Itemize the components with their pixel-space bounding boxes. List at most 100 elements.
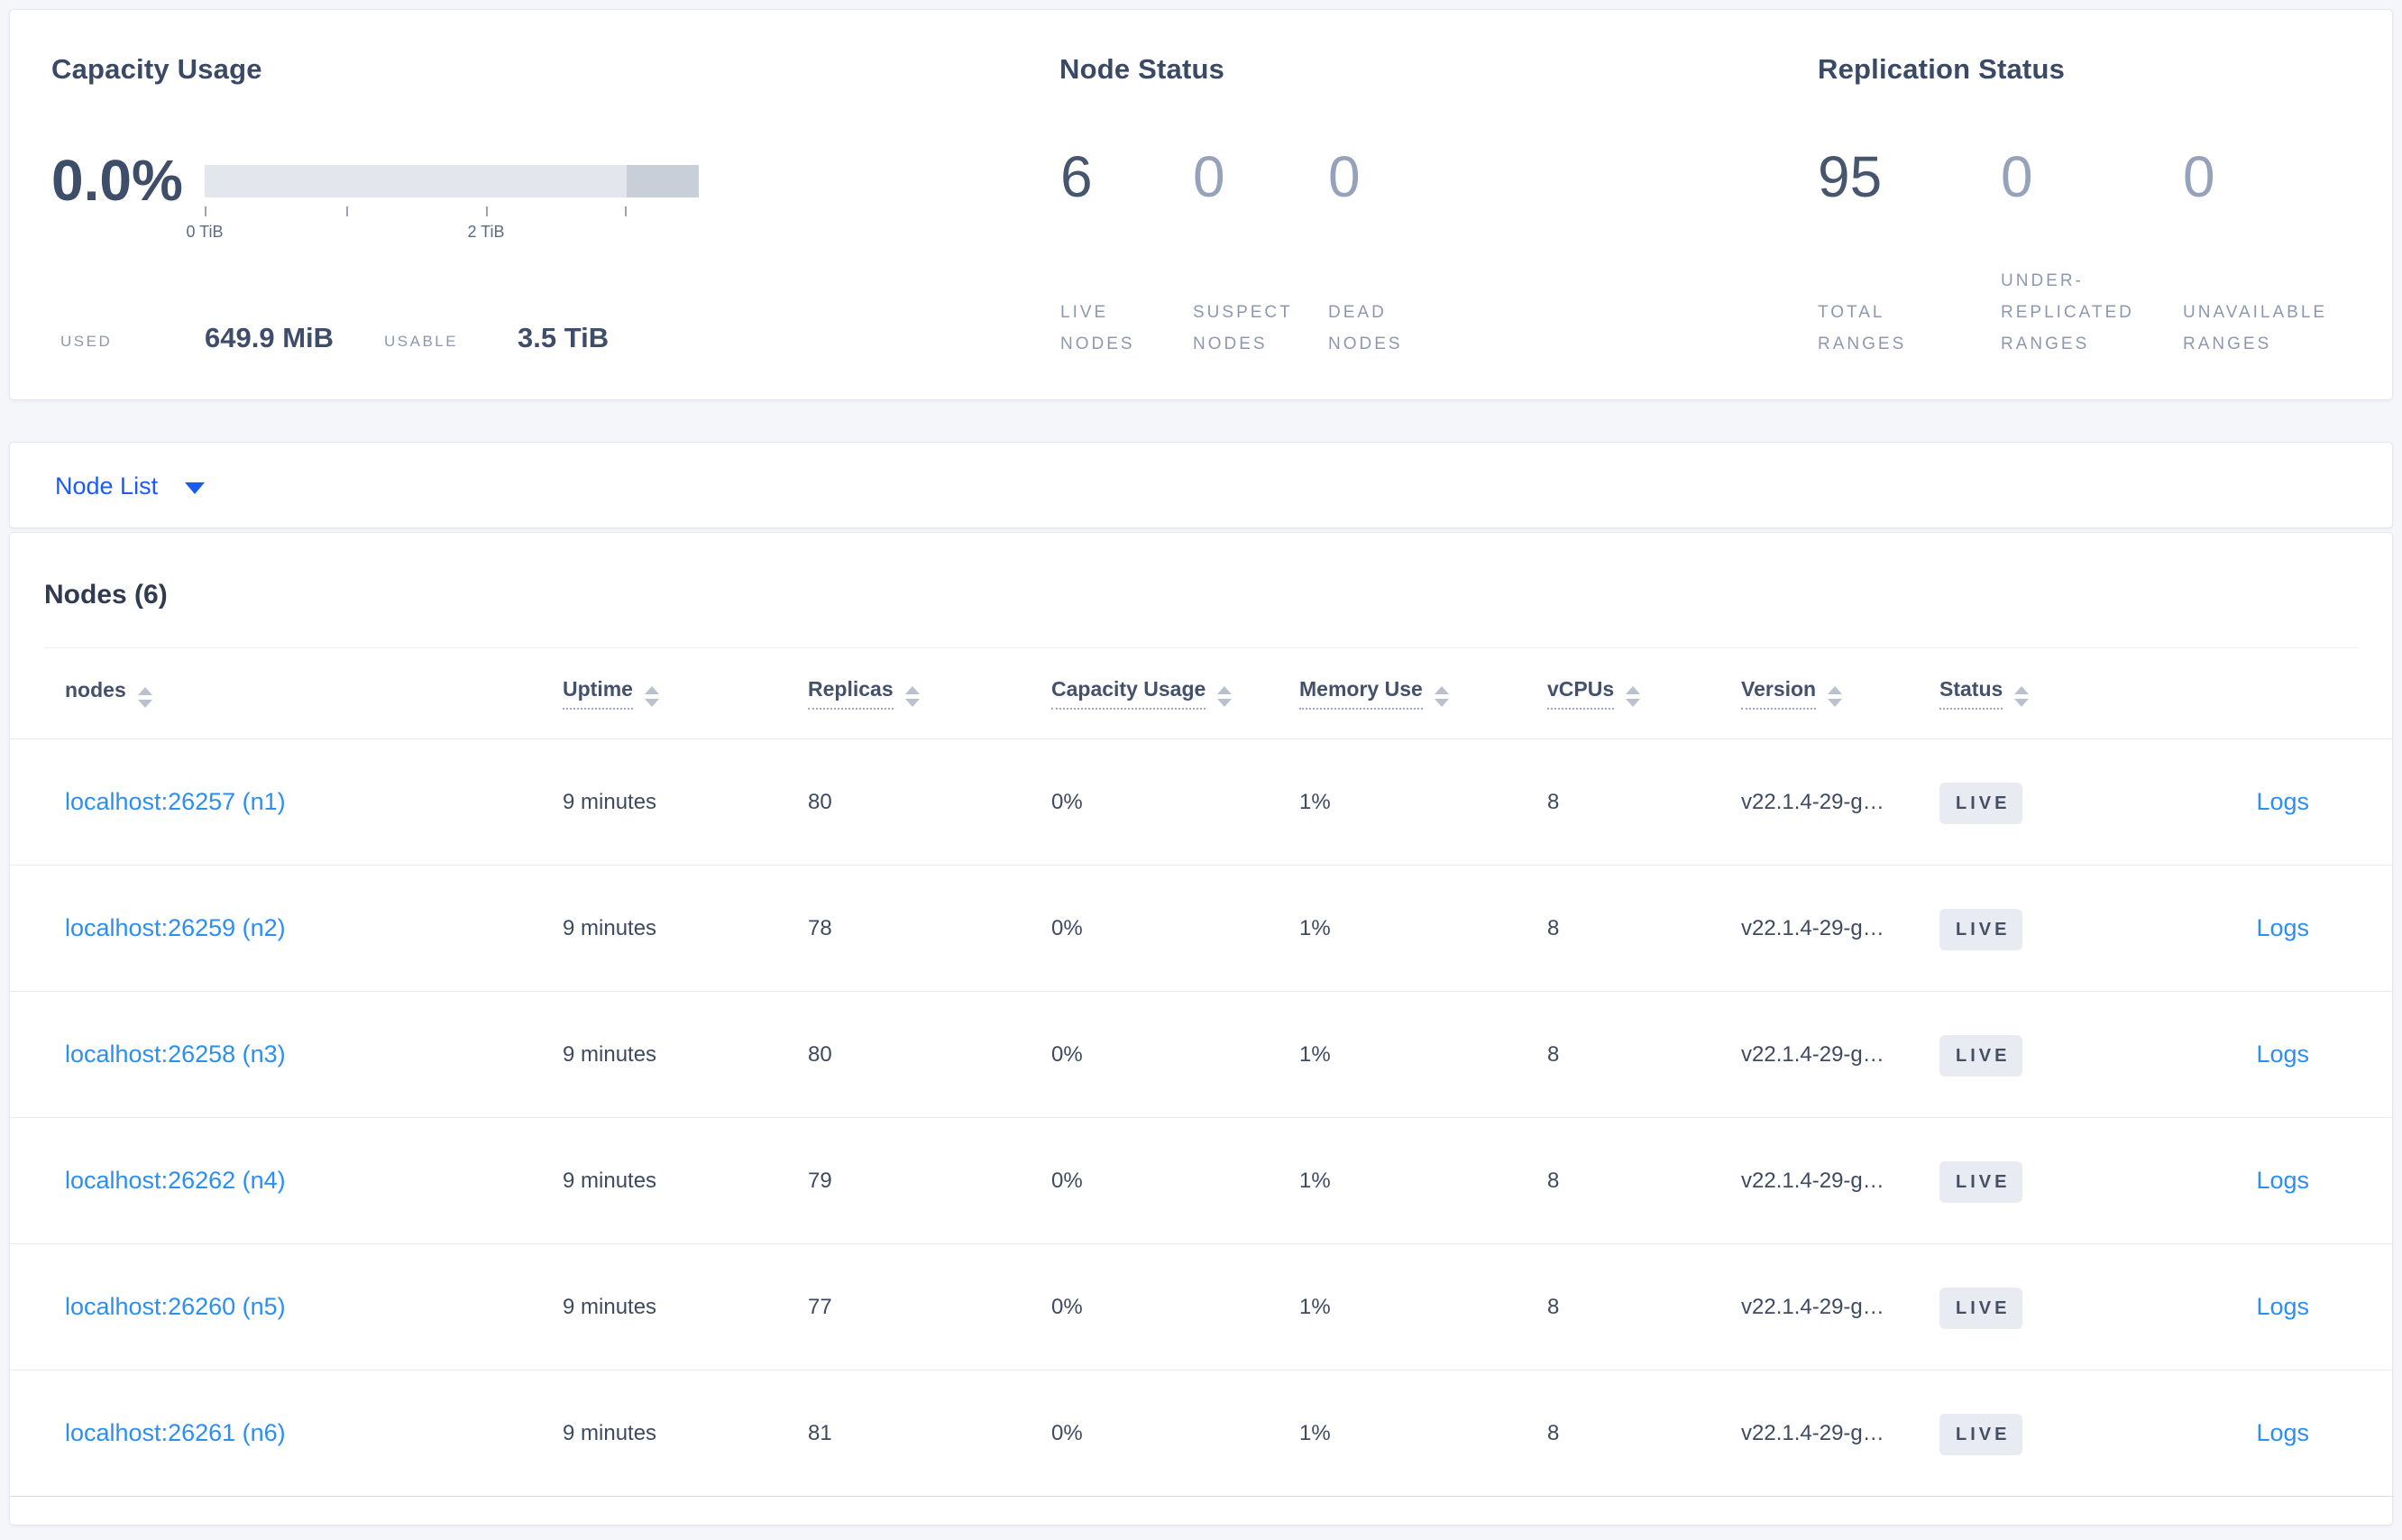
node-link[interactable]: localhost:26262 (n4) — [65, 1167, 286, 1194]
table-row: localhost:26261 (n6) 9 minutes 81 0% 1% … — [10, 1370, 2394, 1497]
sort-icon — [1626, 686, 1641, 707]
suspect-nodes-count: 0 — [1193, 144, 1225, 209]
column-header-memory-use[interactable]: Memory Use — [1299, 677, 1449, 710]
capacity-axis-tick — [625, 206, 627, 216]
version-cell: v22.1.4-29-g… — [1741, 1169, 1884, 1193]
logs-cell: Logs — [2256, 1118, 2309, 1243]
status-cell: LIVE — [1939, 1370, 2023, 1496]
table-row: localhost:26259 (n2) 9 minutes 78 0% 1% … — [10, 866, 2394, 992]
vcpus-cell: 8 — [1547, 1421, 1560, 1445]
sort-icon — [1828, 686, 1843, 707]
live-nodes-count: 6 — [1060, 144, 1093, 209]
under-replicated-ranges-stat: 0 UNDER- REPLICATED RANGES — [2001, 144, 2132, 360]
table-row: localhost:26260 (n5) 9 minutes 77 0% 1% … — [10, 1244, 2394, 1370]
capacity-usable-value: 3.5 TiB — [518, 322, 610, 353]
chevron-down-icon — [185, 481, 206, 494]
capacity-usage-bar — [205, 165, 699, 197]
status-badge: LIVE — [1939, 1287, 2023, 1329]
capacity-axis-tick — [205, 206, 206, 216]
cluster-summary-panel: Capacity Usage 0.0% 0 TiB 2 TiB USED 649… — [9, 9, 2393, 400]
capacity-usage-title: Capacity Usage — [51, 53, 262, 85]
capacity-usable-label: USABLE — [384, 333, 459, 350]
status-badge: LIVE — [1939, 782, 2023, 824]
memory-use-cell: 1% — [1299, 1421, 1331, 1445]
total-ranges-label: TOTAL RANGES — [1818, 303, 1907, 353]
capacity-usage-cell: 0% — [1051, 790, 1083, 814]
status-cell: LIVE — [1939, 866, 2023, 991]
capacity-axis-tick — [346, 206, 348, 216]
column-header-replicas[interactable]: Replicas — [808, 677, 920, 710]
capacity-usage-cell: 0% — [1051, 1295, 1083, 1319]
version-cell: v22.1.4-29-g… — [1741, 1421, 1884, 1445]
uptime-cell: 9 minutes — [563, 790, 657, 814]
sort-icon — [1434, 686, 1449, 707]
capacity-usage-cell: 0% — [1051, 1421, 1083, 1445]
logs-link[interactable]: Logs — [2256, 1167, 2309, 1194]
table-row: localhost:26257 (n1) 9 minutes 80 0% 1% … — [10, 739, 2394, 866]
capacity-used-value: 649.9 MiB — [205, 322, 335, 353]
status-cell: LIVE — [1939, 1118, 2023, 1243]
node-status-title: Node Status — [1059, 53, 1225, 85]
logs-link[interactable]: Logs — [2256, 1040, 2309, 1068]
capacity-axis-label-0: 0 TiB — [186, 223, 224, 241]
node-list-dropdown[interactable]: Node List — [55, 443, 206, 529]
table-row: localhost:26262 (n4) 9 minutes 79 0% 1% … — [10, 1118, 2394, 1244]
sort-icon — [137, 687, 152, 708]
replication-status-title: Replication Status — [1818, 53, 2066, 85]
column-header-status[interactable]: Status — [1939, 677, 2030, 710]
capacity-axis-tick — [486, 206, 488, 216]
logs-link[interactable]: Logs — [2256, 1419, 2309, 1446]
version-cell: v22.1.4-29-g… — [1741, 1295, 1884, 1319]
vcpus-cell: 8 — [1547, 790, 1560, 814]
unavailable-ranges-stat: 0 UNAVAILABLE RANGES — [2183, 144, 2324, 360]
total-ranges-stat: 95 TOTAL RANGES — [1818, 145, 1903, 360]
node-link[interactable]: localhost:26259 (n2) — [65, 914, 286, 941]
vcpus-cell: 8 — [1547, 1042, 1560, 1067]
replicas-cell: 77 — [808, 1295, 832, 1319]
column-header-vcpus[interactable]: vCPUs — [1547, 677, 1641, 710]
replicas-cell: 79 — [808, 1169, 832, 1193]
version-cell: v22.1.4-29-g… — [1741, 790, 1884, 814]
replicas-cell: 80 — [808, 790, 832, 814]
logs-link[interactable]: Logs — [2256, 788, 2309, 815]
uptime-cell: 9 minutes — [563, 1421, 657, 1445]
node-link[interactable]: localhost:26261 (n6) — [65, 1419, 286, 1446]
logs-link[interactable]: Logs — [2256, 914, 2309, 941]
column-header-capacity-usage[interactable]: Capacity Usage — [1051, 677, 1233, 710]
column-header-nodes[interactable]: nodes — [65, 678, 152, 709]
node-link[interactable]: localhost:26258 (n3) — [65, 1040, 286, 1068]
logs-cell: Logs — [2256, 866, 2309, 991]
node-link[interactable]: localhost:26260 (n5) — [65, 1293, 286, 1320]
under-replicated-ranges-count: 0 — [2001, 144, 2033, 209]
live-nodes-label: LIVE NODES — [1060, 303, 1135, 353]
replicas-cell: 81 — [808, 1421, 832, 1445]
memory-use-cell: 1% — [1299, 916, 1331, 940]
status-cell: LIVE — [1939, 1244, 2023, 1370]
capacity-usage-cell: 0% — [1051, 1169, 1083, 1193]
suspect-nodes-stat: 0 SUSPECT NODES — [1193, 144, 1290, 360]
nodes-table-title: Nodes (6) — [44, 580, 168, 610]
status-cell: LIVE — [1939, 992, 2023, 1117]
nodes-table-header: nodes Uptime Replicas Capacity Usage Mem… — [10, 648, 2394, 738]
version-cell: v22.1.4-29-g… — [1741, 916, 1884, 940]
sort-icon — [1217, 686, 1233, 707]
column-header-uptime[interactable]: Uptime — [563, 677, 659, 710]
capacity-usage-cell: 0% — [1051, 916, 1083, 940]
suspect-nodes-label: SUSPECT NODES — [1193, 303, 1293, 353]
unavailable-ranges-count: 0 — [2183, 144, 2215, 209]
column-header-version[interactable]: Version — [1741, 677, 1843, 710]
node-name-cell: localhost:26259 (n2) — [65, 866, 286, 991]
uptime-cell: 9 minutes — [563, 916, 657, 940]
status-badge: LIVE — [1939, 1034, 2023, 1077]
logs-link[interactable]: Logs — [2256, 1293, 2309, 1320]
uptime-cell: 9 minutes — [563, 1169, 657, 1193]
nodes-table-card: Nodes (6) nodes Uptime Replicas Capacity… — [9, 532, 2394, 1526]
dead-nodes-count: 0 — [1328, 144, 1361, 209]
memory-use-cell: 1% — [1299, 1042, 1331, 1067]
view-selector-bar: Node List — [9, 442, 2393, 528]
vcpus-cell: 8 — [1547, 1169, 1560, 1193]
unavailable-ranges-label: UNAVAILABLE RANGES — [2183, 303, 2328, 353]
nodes-table-body: localhost:26257 (n1) 9 minutes 80 0% 1% … — [10, 738, 2394, 1497]
capacity-bar-reserved-segment — [627, 165, 699, 197]
node-link[interactable]: localhost:26257 (n1) — [65, 788, 286, 815]
